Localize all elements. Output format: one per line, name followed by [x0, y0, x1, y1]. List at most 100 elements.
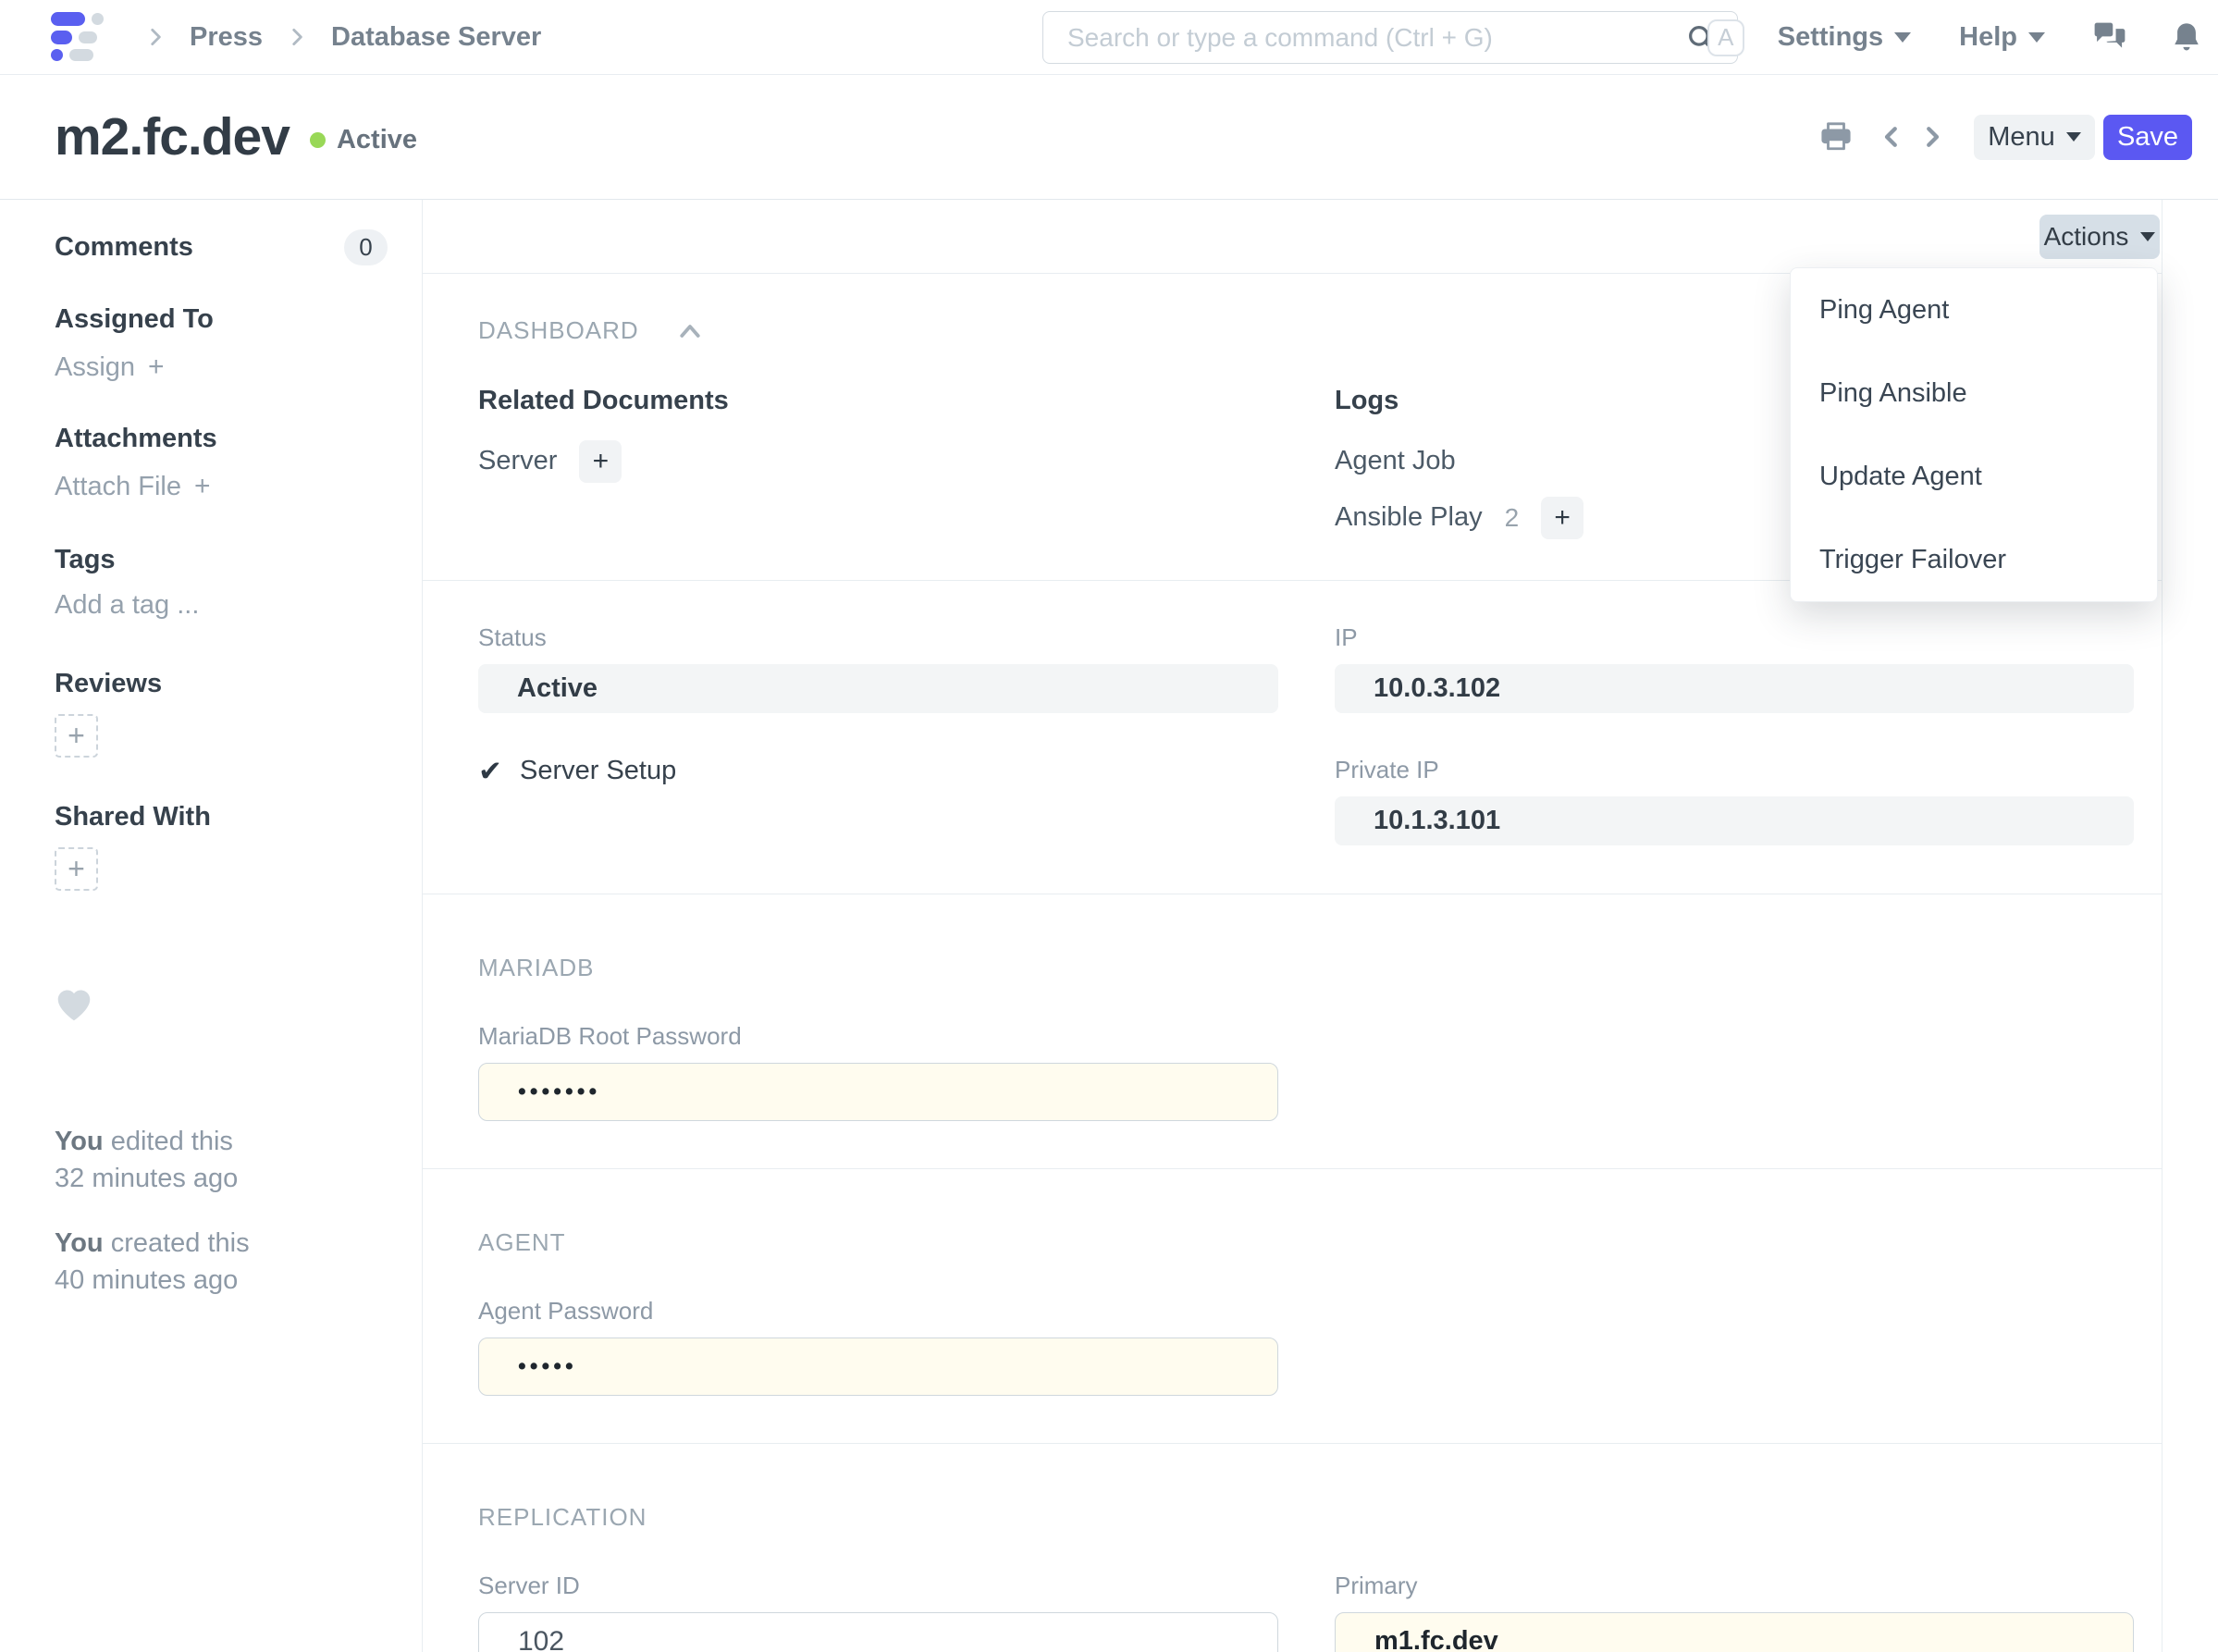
related-documents-title: Related Documents	[478, 386, 729, 415]
chevron-right-icon	[292, 29, 302, 45]
ip-field[interactable]: 10.0.3.102	[1335, 664, 2134, 713]
server-id-field[interactable]: 102	[478, 1612, 1278, 1652]
attach-file-button[interactable]: Attach File +	[55, 471, 388, 502]
assign-label: Assign	[55, 351, 136, 382]
status-dot-green	[309, 131, 326, 148]
logo-bar	[51, 30, 72, 44]
menu-item-ping-agent[interactable]: Ping Agent	[1791, 268, 2157, 351]
caret-down-icon	[1894, 32, 1912, 43]
chevron-right-icon	[1927, 127, 1940, 147]
assign-button[interactable]: Assign +	[55, 351, 388, 383]
page-title: m2.fc.dev	[55, 107, 290, 166]
search-input[interactable]	[1043, 22, 1685, 53]
menu-button-label: Menu	[1988, 121, 2055, 152]
plus-icon: +	[148, 351, 165, 382]
settings-menu[interactable]: Settings	[1778, 22, 1912, 53]
replication-section: REPLICATION Server ID 102 Primary m1.fc.…	[423, 1444, 2162, 1652]
server-id-label: Server ID	[478, 1572, 580, 1599]
breadcrumb-press[interactable]: Press	[190, 22, 263, 53]
help-label: Help	[1959, 22, 2017, 52]
shared-with-label: Shared With	[55, 802, 211, 832]
timeline-created: You created this 40 minutes ago	[55, 1225, 388, 1299]
printer-icon	[1821, 122, 1851, 151]
title-group: m2.fc.dev Active	[55, 106, 417, 167]
add-server-button[interactable]: +	[579, 439, 622, 483]
primary-column: Primary m1.fc.dev	[1335, 1572, 2134, 1652]
add-ansible-play-button[interactable]: +	[1541, 496, 1584, 539]
attachments-label: Attachments	[55, 424, 217, 453]
server-setup-checkbox[interactable]: ✔ Server Setup	[478, 756, 1278, 786]
agent-section: AGENT Agent Password •••••	[423, 1169, 2162, 1444]
status-field-label: Status	[478, 623, 547, 651]
form-sidebar: Comments 0 Assigned To Assign + Attachme…	[0, 200, 423, 1652]
timeline: You edited this 32 minutes ago You creat…	[55, 1123, 388, 1299]
server-setup-label: Server Setup	[519, 756, 677, 785]
timeline-edited: You edited this 32 minutes ago	[55, 1123, 388, 1197]
share-button[interactable]: +	[55, 847, 98, 891]
agent-password-field[interactable]: •••••	[478, 1338, 1278, 1396]
related-link-server[interactable]: Server	[478, 446, 557, 476]
timeline-action: edited this	[110, 1127, 233, 1156]
plus-icon: +	[68, 852, 85, 885]
caret-down-icon	[2028, 32, 2045, 43]
mariadb-root-password-field[interactable]: •••••••	[478, 1063, 1278, 1121]
primary-label: Primary	[1335, 1572, 1418, 1599]
next-document-button[interactable]	[1918, 123, 1946, 151]
menu-item-update-agent[interactable]: Update Agent	[1791, 435, 2157, 518]
menu-item-trigger-failover[interactable]: Trigger Failover	[1791, 518, 2157, 601]
avatar[interactable]: A	[1707, 18, 1744, 56]
comments-count-badge: 0	[344, 229, 388, 265]
agent-section-label: AGENT	[478, 1228, 566, 1256]
collapse-section-button[interactable]	[676, 320, 704, 342]
app-logo[interactable]	[51, 12, 108, 62]
menu-item-ping-ansible[interactable]: Ping Ansible	[1791, 351, 2157, 435]
timeline-when: 40 minutes ago	[55, 1265, 239, 1295]
plus-icon: +	[194, 471, 211, 501]
logo-bar	[69, 49, 93, 61]
mariadb-field-block: MariaDB Root Password •••••••	[423, 982, 1278, 1168]
chevron-right-icon	[151, 29, 161, 45]
private-ip-field[interactable]: 10.1.3.101	[1335, 796, 2134, 845]
list-item: Server +	[478, 439, 1278, 483]
logo-bar	[51, 12, 85, 26]
notifications-bell-icon[interactable]	[2171, 20, 2202, 55]
comments-section[interactable]: Comments 0	[55, 229, 388, 265]
attach-file-label: Attach File	[55, 471, 181, 501]
save-button[interactable]: Save	[2103, 114, 2192, 160]
global-search	[1042, 11, 1738, 64]
logo-bar	[79, 31, 97, 43]
plus-icon: +	[592, 445, 610, 476]
page-header: m2.fc.dev Active Menu Save	[0, 75, 2218, 200]
previous-document-button[interactable]	[1878, 123, 1905, 151]
add-tag-input[interactable]: Add a tag ...	[55, 590, 388, 621]
layout: Comments 0 Assigned To Assign + Attachme…	[0, 200, 2218, 1652]
menu-button[interactable]: Menu	[1974, 114, 2095, 160]
ip-column: IP 10.0.3.102 Private IP 10.1.3.101	[1335, 623, 2134, 845]
chat-icon[interactable]	[2091, 21, 2128, 55]
logo-dot	[51, 49, 63, 61]
tags-label: Tags	[55, 545, 116, 574]
actions-dropdown: Ping Agent Ping Ansible Update Agent Tri…	[1790, 267, 2158, 602]
logs-link-ansible-play[interactable]: Ansible Play	[1335, 502, 1483, 533]
timeline-user: You	[55, 1127, 104, 1156]
primary-field[interactable]: m1.fc.dev	[1335, 1612, 2134, 1652]
chevron-up-icon	[680, 324, 700, 338]
logs-link-agent-job[interactable]: Agent Job	[1335, 446, 1456, 476]
private-ip-field-label: Private IP	[1335, 756, 1439, 783]
add-review-button[interactable]: +	[55, 714, 98, 758]
mariadb-section-label: MARIADB	[478, 954, 595, 981]
like-button[interactable]	[55, 987, 388, 1027]
breadcrumb-database-server[interactable]: Database Server	[331, 22, 541, 53]
timeline-when: 32 minutes ago	[55, 1164, 239, 1193]
timeline-action: created this	[110, 1228, 250, 1258]
caret-down-icon	[2065, 132, 2081, 142]
status-field[interactable]: Active	[478, 664, 1278, 713]
agent-password-label: Agent Password	[478, 1297, 654, 1325]
replication-section-label: REPLICATION	[478, 1503, 647, 1531]
help-menu[interactable]: Help	[1959, 22, 2045, 53]
ansible-play-count: 2	[1504, 502, 1520, 532]
assigned-to-label: Assigned To	[55, 304, 214, 334]
actions-button[interactable]: Actions	[2039, 214, 2160, 259]
logo-dot	[92, 13, 104, 25]
print-button[interactable]	[1820, 122, 1852, 152]
